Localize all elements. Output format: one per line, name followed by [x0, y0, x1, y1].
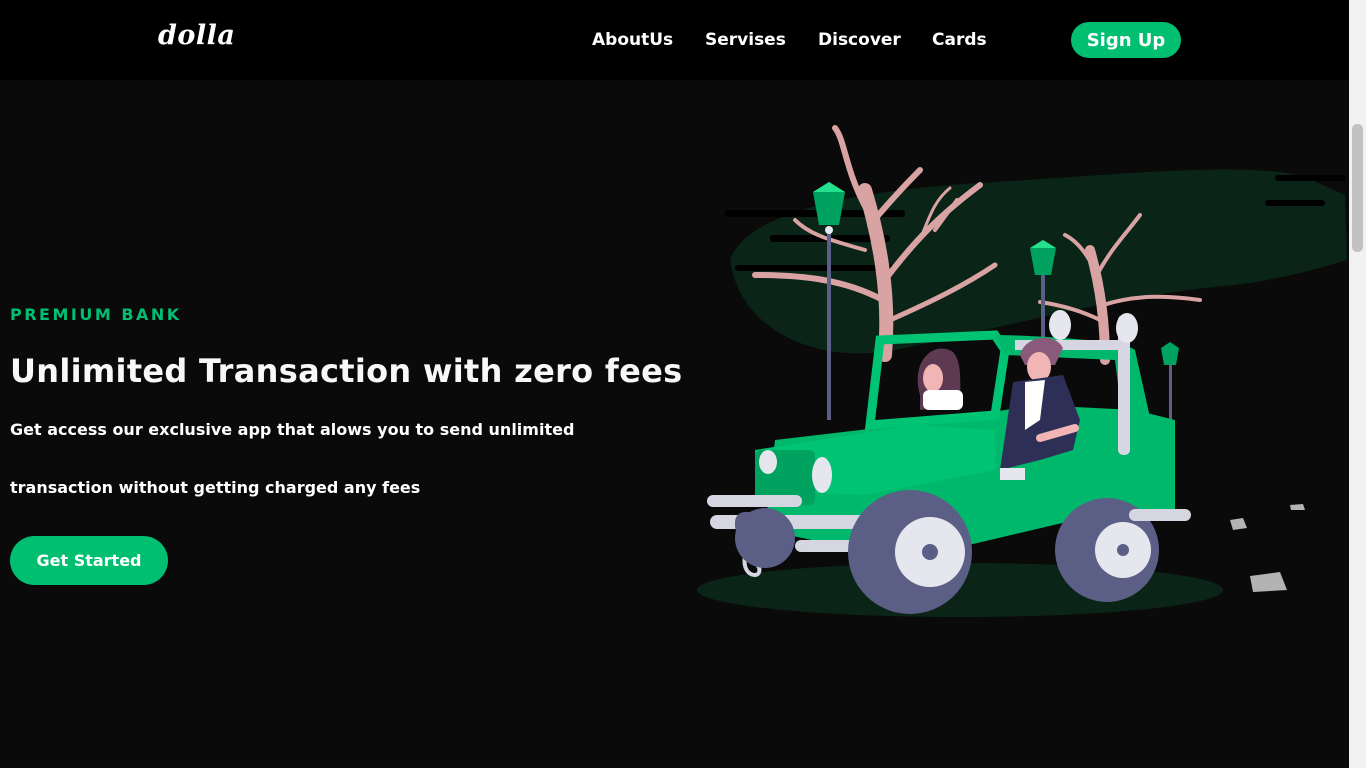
- navbar: dolla AboutUs Servises Discover Cards Si…: [0, 0, 1349, 80]
- hero-description-line-1: Get access our exclusive app that alows …: [10, 420, 575, 439]
- nav-link-cards[interactable]: Cards: [932, 30, 987, 50]
- hero-description-line-2: transaction without getting charged any …: [10, 478, 421, 497]
- sign-up-button[interactable]: Sign Up: [1071, 22, 1181, 58]
- page-scrollbar[interactable]: [1349, 0, 1366, 768]
- nav-link-servises[interactable]: Servises: [705, 30, 786, 50]
- nav-link-discover[interactable]: Discover: [818, 30, 901, 50]
- scrollbar-thumb[interactable]: [1352, 124, 1363, 252]
- logo-link[interactable]: dolla: [158, 20, 235, 51]
- couple-in-jeep-illustration: [697, 125, 1347, 617]
- get-started-button[interactable]: Get Started: [10, 536, 168, 585]
- hero-heading: Unlimited Transaction with zero fees: [10, 352, 683, 390]
- nav-link-aboutus[interactable]: AboutUs: [592, 30, 673, 50]
- hero-topline: PREMIUM BANK: [10, 305, 182, 324]
